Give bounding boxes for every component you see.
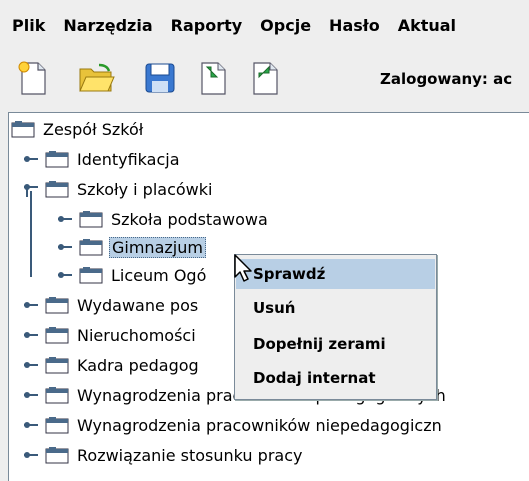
expand-handle-icon[interactable] (57, 239, 73, 255)
import-document-icon (201, 62, 226, 95)
tree-node-kadra[interactable]: Kadra pedagog (23, 353, 201, 377)
context-menu-sprawdz[interactable]: Sprawdź (236, 259, 435, 289)
tree-node-gimnazjum[interactable]: Gimnazjum (57, 235, 206, 259)
folder-icon (11, 120, 35, 138)
mouse-cursor-icon (234, 254, 252, 282)
expand-handle-icon[interactable] (23, 327, 39, 343)
expand-handle-icon[interactable] (23, 297, 39, 313)
tree-node-nieruchomosci[interactable]: Nieruchomości (23, 323, 198, 347)
folder-icon (45, 296, 69, 314)
menu-raporty[interactable]: Raporty (161, 16, 251, 35)
save-button[interactable] (138, 56, 182, 100)
new-document-icon (18, 61, 46, 95)
context-menu-dodaj-internat[interactable]: Dodaj internat (236, 363, 435, 393)
tree-node-label: Rozwiązanie stosunku pracy (77, 445, 303, 465)
folder-icon (45, 386, 69, 404)
expand-handle-icon[interactable] (23, 151, 39, 167)
tree-node-label: Nieruchomości (77, 325, 196, 345)
expand-handle-icon[interactable] (23, 387, 39, 403)
folder-icon (45, 446, 69, 464)
context-menu-usun[interactable]: Usuń (236, 293, 435, 323)
tree-node-label: Szkoła podstawowa (111, 209, 268, 229)
export-document-icon (253, 62, 278, 95)
import-button[interactable] (190, 56, 234, 100)
tree-node-label: Wydawane pos (77, 295, 199, 315)
expand-handle-icon[interactable] (57, 267, 73, 283)
tree-node-szkoly[interactable]: Szkoły i placówki (23, 177, 214, 201)
tree-node-identyfikacja[interactable]: Identyfikacja (23, 147, 182, 171)
tree-node-label: Gimnazjum (109, 236, 206, 258)
logged-user-label: Zalogowany: ac (380, 70, 513, 88)
expand-handle-icon[interactable] (57, 211, 73, 227)
folder-icon (45, 356, 69, 374)
folder-icon (79, 238, 103, 256)
tree-node-root[interactable]: Zespół Szkół (11, 117, 145, 141)
expand-handle-icon[interactable] (23, 447, 39, 463)
folder-icon (45, 416, 69, 434)
collapse-handle-icon[interactable] (23, 181, 39, 197)
tree-node-wynagrodzenia-niepedagogicznych[interactable]: Wynagrodzenia pracowników niepedagogiczn (23, 413, 444, 437)
tree-node-label: Zespół Szkół (43, 119, 144, 139)
tree-node-label: Identyfikacja (77, 149, 180, 169)
tree-node-label: Liceum Ogó (111, 265, 207, 285)
export-button[interactable] (242, 56, 286, 100)
menu-opcje[interactable]: Opcje (250, 16, 319, 35)
menu-narzedzia[interactable]: Narzędzia (53, 16, 160, 35)
new-document-button[interactable] (10, 56, 54, 100)
menu-plik[interactable]: Plik (0, 16, 53, 35)
toolbar: Zalogowany: ac (0, 52, 529, 106)
folder-icon (45, 150, 69, 168)
folder-icon (79, 266, 103, 284)
folder-icon (45, 326, 69, 344)
tree-node-wydawane[interactable]: Wydawane pos (23, 293, 200, 317)
tree-node-label: Kadra pedagog (77, 355, 199, 375)
expand-handle-icon[interactable] (23, 357, 39, 373)
tree-node-szkola-podstawowa[interactable]: Szkoła podstawowa (57, 207, 270, 231)
tree-node-label: Wynagrodzenia pracowników niepedagogiczn (77, 415, 442, 435)
expand-handle-icon[interactable] (23, 417, 39, 433)
menu-haslo[interactable]: Hasło (319, 16, 388, 35)
save-disk-icon (145, 63, 175, 93)
tree-node-liceum[interactable]: Liceum Ogó (57, 263, 208, 287)
folder-icon (79, 210, 103, 228)
menu-aktualizacja[interactable]: Aktual (388, 16, 464, 35)
folder-icon (45, 180, 69, 198)
context-menu-dopelnij-zerami[interactable]: Dopełnij zerami (236, 329, 435, 359)
open-folder-icon (79, 63, 115, 92)
context-menu: Sprawdź Usuń Dopełnij zerami Dodaj inter… (234, 254, 437, 400)
menu-bar: Plik Narzędzia Raporty Opcje Hasło Aktua… (0, 0, 529, 50)
tree-node-rozwiazanie[interactable]: Rozwiązanie stosunku pracy (23, 443, 304, 467)
open-folder-button[interactable] (74, 56, 118, 100)
tree-node-label: Szkoły i placówki (77, 179, 213, 199)
